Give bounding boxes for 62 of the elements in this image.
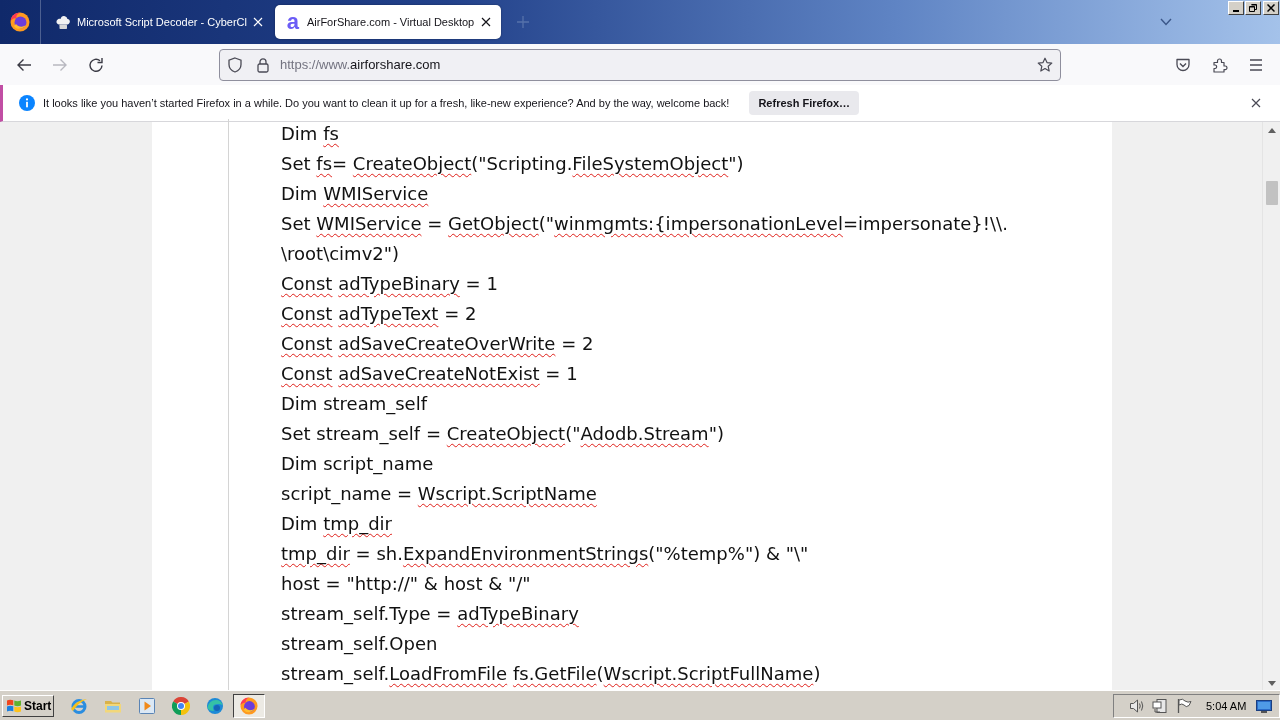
restore-icon xyxy=(1249,4,1257,12)
code-line: stream_self.Open xyxy=(281,632,439,657)
close-icon xyxy=(1267,4,1275,12)
code-line: script_name = Wscript.ScriptName xyxy=(281,482,598,507)
code-line: Set fs= CreateObject("Scripting.FileSystemObject") xyxy=(281,152,745,176)
fox-globe-icon[interactable] xyxy=(10,12,30,32)
code-line: \root\cimv2") xyxy=(281,242,401,266)
code-line: Const adSaveCreateNotExist = 1 xyxy=(281,362,579,386)
code-line: stream_self.Type = adTypeBinary xyxy=(281,602,580,627)
refresh-button[interactable]: Refresh Firefox… xyxy=(749,91,860,115)
code-line: Dim WMIService xyxy=(281,182,430,206)
site-logo: a xyxy=(285,12,301,32)
code-line: Set stream_self = CreateObject("Adodb.Stream") xyxy=(281,422,725,447)
start-logo-icon xyxy=(6,697,22,714)
computer-icon[interactable] xyxy=(1152,697,1168,714)
monitor-icon[interactable] xyxy=(1256,697,1273,714)
info-icon xyxy=(19,95,35,111)
start-button[interactable]: Start xyxy=(2,694,54,717)
address-field[interactable]: https://www.airforshare.com xyxy=(219,48,1061,81)
chevron-down-icon[interactable] xyxy=(1160,18,1172,26)
star-icon[interactable] xyxy=(1037,56,1053,73)
lock-icon[interactable] xyxy=(255,56,271,73)
close-button[interactable] xyxy=(1263,1,1279,15)
down-arrow-icon[interactable] xyxy=(1267,681,1276,686)
code-line: tmp_dir = sh.ExpandEnvironmentStrings("%temp%") & "\" xyxy=(281,542,810,567)
back-arrow-icon[interactable] xyxy=(16,56,32,73)
notification-text: It looks like you haven’t started Firefox in a while. Do you want to clean it up for a fresh, like-new experience? And by the way, welcome back! xyxy=(43,97,730,109)
menu-icon[interactable] xyxy=(1248,56,1264,73)
restore-button[interactable] xyxy=(1245,1,1261,15)
swoosh-ring-icon xyxy=(70,696,88,715)
speaker-icon[interactable] xyxy=(1129,697,1145,714)
flag-icon[interactable] xyxy=(1176,697,1192,714)
code-line: Const adSaveCreateOverWrite = 2 xyxy=(281,332,595,356)
code-line: Set WMIService = GetObject("winmgmts:{impersonationLevel=impersonate}!\\. xyxy=(281,212,1009,236)
reload-icon[interactable] xyxy=(88,56,104,73)
code-line: Dim fs xyxy=(281,122,340,146)
puzzle-piece-icon[interactable] xyxy=(1212,56,1228,73)
fox-globe-icon xyxy=(240,696,258,715)
code-line: Dim script_name xyxy=(281,452,435,477)
up-arrow-icon[interactable] xyxy=(1267,128,1276,133)
taskbar-button[interactable] xyxy=(233,693,265,718)
code-line: Const adTypeBinary = 1 xyxy=(281,272,499,296)
browser-tab[interactable]: a AirForShare.com - Virtual Desktop xyxy=(274,5,501,39)
close-icon[interactable] xyxy=(480,17,491,27)
scrollbar-thumb[interactable] xyxy=(1265,181,1278,205)
scrollbar[interactable] xyxy=(1262,122,1280,690)
code-line: stream_self.LoadFromFile fs.GetFile(Wscript.ScriptFullName) xyxy=(281,662,822,687)
code-line: Dim stream_self xyxy=(281,392,429,417)
shield-icon[interactable] xyxy=(227,56,243,73)
wave-icon xyxy=(206,696,224,715)
play-icon xyxy=(138,696,156,715)
close-icon[interactable] xyxy=(1251,98,1261,108)
code-line: host = "http://" & host & "/" xyxy=(281,572,532,596)
code-line: Const adTypeText = 2 xyxy=(281,302,478,326)
browser-tab[interactable]: Microsoft Script Decoder - CyberCl xyxy=(45,5,273,39)
url-text[interactable]: https://www.airforshare.com xyxy=(280,57,441,72)
wheel-icon xyxy=(172,696,190,715)
chef-hat-icon xyxy=(55,14,71,30)
clock-text[interactable]: 5:04 AM xyxy=(1206,699,1247,712)
pocket-icon[interactable] xyxy=(1175,56,1191,73)
minimize-button[interactable] xyxy=(1228,1,1244,15)
code-line: Dim tmp_dir xyxy=(281,512,393,537)
